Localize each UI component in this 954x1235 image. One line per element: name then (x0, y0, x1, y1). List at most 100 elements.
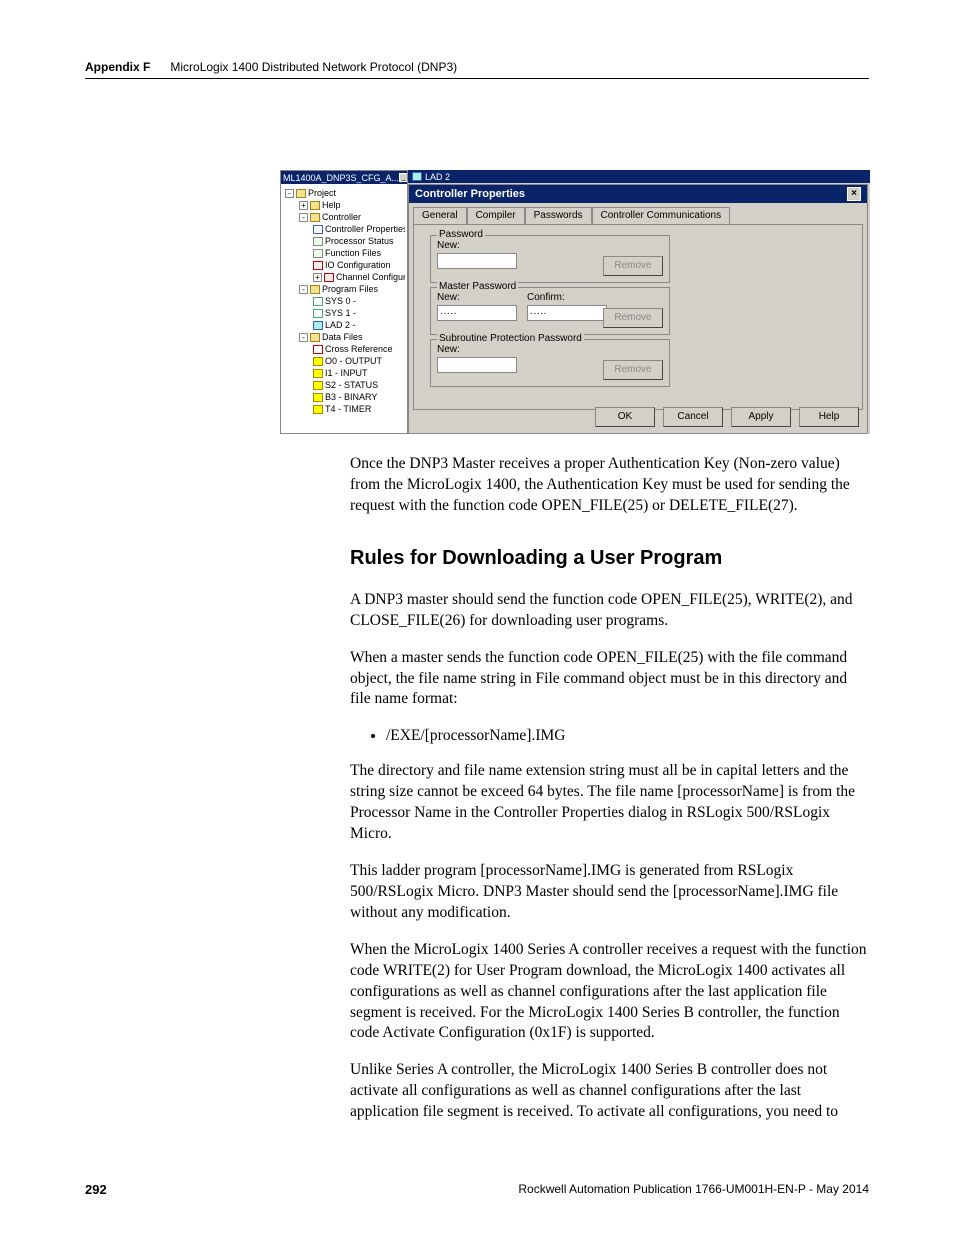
expand-icon[interactable]: - (299, 333, 308, 342)
tree-s2[interactable]: S2 - STATUS (325, 380, 378, 390)
tree-program-files[interactable]: Program Files (322, 284, 378, 294)
io-icon (313, 261, 323, 270)
master-remove-button[interactable]: Remove (603, 308, 663, 328)
file-icon (313, 369, 323, 378)
master-new-label: New: (437, 292, 517, 303)
gear-icon (313, 249, 323, 258)
master-new-input[interactable] (437, 305, 517, 321)
bullet-list: /EXE/[processorName].IMG (370, 726, 870, 747)
xref-icon (313, 345, 323, 354)
tree-sys1[interactable]: SYS 1 - (325, 308, 356, 318)
tab-compiler[interactable]: Compiler (467, 207, 525, 224)
gear-icon (313, 237, 323, 246)
page-footer: 292 Rockwell Automation Publication 1766… (85, 1182, 869, 1197)
header-rule (85, 78, 869, 79)
document-body: Once the DNP3 Master receives a proper A… (350, 454, 870, 1139)
header-title: MicroLogix 1400 Distributed Network Prot… (170, 60, 457, 74)
sub-new-label: New: (437, 344, 663, 355)
paragraph-6: When the MicroLogix 1400 Series A contro… (350, 940, 870, 1045)
tab-general[interactable]: General (413, 207, 467, 224)
tree-o0[interactable]: O0 - OUTPUT (325, 356, 382, 366)
dialog-buttons: OK Cancel Apply Help (595, 407, 859, 427)
tree-help[interactable]: Help (322, 200, 341, 210)
master-confirm-input[interactable] (527, 305, 607, 321)
expand-icon[interactable]: - (299, 285, 308, 294)
tree-data-files[interactable]: Data Files (322, 332, 363, 342)
master-confirm-label: Confirm: (527, 292, 607, 303)
file-icon (313, 393, 323, 402)
dialog-tabs: General Compiler Passwords Controller Co… (413, 207, 863, 224)
file-icon (313, 381, 323, 390)
ok-button[interactable]: OK (595, 407, 655, 427)
controller-properties-dialog: Controller Properties × General Compiler… (408, 184, 868, 434)
tree-lad2[interactable]: LAD 2 - (325, 320, 356, 330)
master-password-group: Master Password New: Confirm: Remove (430, 287, 670, 335)
info-icon (313, 225, 323, 234)
tree-window-title-text: ML1400A_DNP3S_CFG_A... (283, 173, 399, 183)
close-icon[interactable]: × (847, 187, 861, 201)
expand-icon[interactable]: + (313, 273, 322, 282)
paragraph-3: When a master sends the function code OP… (350, 648, 870, 711)
password-new-input[interactable] (437, 253, 517, 269)
window-controls: _ □ × (399, 173, 407, 182)
file-icon (313, 405, 323, 414)
tree-b3[interactable]: B3 - BINARY (325, 392, 377, 402)
folder-icon (310, 333, 320, 342)
publication-info: Rockwell Automation Publication 1766-UM0… (518, 1182, 869, 1197)
paragraph-1: Once the DNP3 Master receives a proper A… (350, 454, 870, 517)
tree-window-title: ML1400A_DNP3S_CFG_A... _ □ × (281, 171, 407, 184)
page-number: 292 (85, 1182, 107, 1197)
file-icon (313, 357, 323, 366)
password-new-label: New: (437, 240, 663, 251)
password-remove-button[interactable]: Remove (603, 256, 663, 276)
tree-sys0[interactable]: SYS 0 - (325, 296, 356, 306)
project-tree-panel: ML1400A_DNP3S_CFG_A... _ □ × - Project + H… (280, 170, 408, 434)
paragraph-2: A DNP3 master should send the function c… (350, 590, 870, 632)
tree-function-files[interactable]: Function Files (325, 248, 381, 258)
minimize-icon[interactable]: _ (399, 173, 407, 182)
subroutine-password-group: Subroutine Protection Password New: Remo… (430, 339, 670, 387)
bullet-item-1: /EXE/[processorName].IMG (386, 726, 870, 747)
tree-channel-config[interactable]: Channel Configuration (336, 272, 405, 282)
screenshot-dialog: ML1400A_DNP3S_CFG_A... _ □ × - Project + H… (280, 170, 870, 434)
master-legend: Master Password (437, 281, 518, 292)
dialog-title-bar: Controller Properties × (409, 185, 867, 203)
tree-project[interactable]: Project (308, 188, 336, 198)
expand-icon[interactable]: - (299, 213, 308, 222)
appendix-label: Appendix F (85, 60, 150, 74)
expand-icon[interactable]: + (299, 201, 308, 210)
tree-controller[interactable]: Controller (322, 212, 361, 222)
tree-processor-status[interactable]: Processor Status (325, 236, 394, 246)
tree-t4[interactable]: T4 - TIMER (325, 404, 371, 414)
tree-controller-props[interactable]: Controller Properties (325, 224, 405, 234)
tab-comms[interactable]: Controller Communications (592, 207, 731, 224)
passwords-panel: Password New: Remove Master Password New… (413, 224, 863, 410)
ladder-tab-title: LAD 2 (408, 170, 870, 183)
folder-icon (310, 285, 320, 294)
sub-legend: Subroutine Protection Password (437, 333, 584, 344)
folder-icon (296, 189, 306, 198)
password-legend: Password (437, 229, 485, 240)
sub-remove-button[interactable]: Remove (603, 360, 663, 380)
dialog-title-text: Controller Properties (415, 188, 525, 200)
tab-passwords[interactable]: Passwords (525, 207, 592, 224)
ladder-icon (313, 321, 323, 330)
ladder-tab-label: LAD 2 (425, 172, 450, 182)
file-icon (313, 309, 323, 318)
sub-new-input[interactable] (437, 357, 517, 373)
expand-icon[interactable]: - (285, 189, 294, 198)
tree-cross-ref[interactable]: Cross Reference (325, 344, 393, 354)
help-button[interactable]: Help (799, 407, 859, 427)
project-tree[interactable]: - Project + Help - Controller Controller Pr… (281, 185, 407, 433)
section-heading: Rules for Downloading a User Program (350, 545, 870, 572)
tree-io-config[interactable]: IO Configuration (325, 260, 391, 270)
file-icon (313, 297, 323, 306)
tree-i1[interactable]: I1 - INPUT (325, 368, 368, 378)
channel-icon (324, 273, 334, 282)
paragraph-5: This ladder program [processorName].IMG … (350, 861, 870, 924)
cancel-button[interactable]: Cancel (663, 407, 723, 427)
apply-button[interactable]: Apply (731, 407, 791, 427)
paragraph-7: Unlike Series A controller, the MicroLog… (350, 1060, 870, 1123)
ladder-icon (412, 172, 422, 181)
folder-icon (310, 213, 320, 222)
